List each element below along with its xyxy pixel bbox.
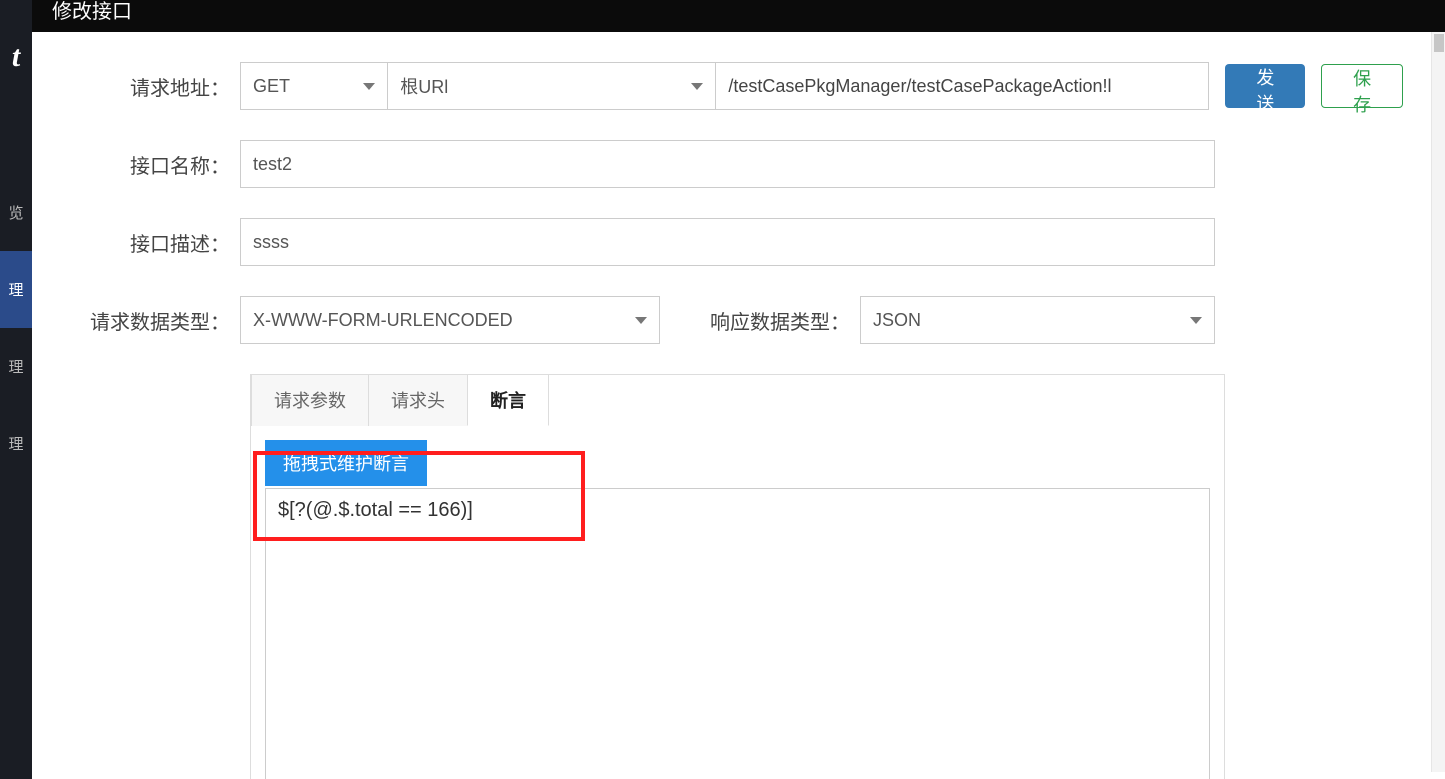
sidebar: t 览 理 理 理 <box>0 0 32 779</box>
sidebar-item-3[interactable]: 理 <box>0 405 32 482</box>
vertical-scrollbar[interactable] <box>1431 32 1445 772</box>
save-button[interactable]: 保存 <box>1321 64 1403 108</box>
label-request-data-type: 请求数据类型： <box>62 306 240 335</box>
app-logo: t <box>12 40 20 74</box>
tab-request-params[interactable]: 请求参数 <box>251 374 369 426</box>
modal-body: 请求地址： GET 根URl 发送 保存 接口名称： <box>32 32 1433 779</box>
scrollbar-thumb[interactable] <box>1434 34 1444 52</box>
modal-title: 修改接口 <box>52 0 132 24</box>
interface-desc-input[interactable] <box>240 218 1215 266</box>
drag-assertion-button[interactable]: 拖拽式维护断言 <box>265 440 427 486</box>
request-data-type-select[interactable]: X-WWW-FORM-URLENCODED <box>240 296 660 344</box>
tab-assertion[interactable]: 断言 <box>467 374 549 426</box>
label-response-data-type: 响应数据类型： <box>660 306 860 335</box>
chevron-down-icon <box>635 317 647 324</box>
interface-name-input[interactable] <box>240 140 1215 188</box>
sidebar-item-2[interactable]: 理 <box>0 328 32 405</box>
assertion-textarea[interactable] <box>265 488 1210 779</box>
response-data-type-value: JSON <box>873 310 921 331</box>
http-method-select[interactable]: GET <box>240 62 387 110</box>
root-uri-select[interactable]: 根URl <box>387 62 715 110</box>
response-data-type-select[interactable]: JSON <box>860 296 1215 344</box>
sidebar-item-1[interactable]: 理 <box>0 251 32 328</box>
modal-title-bar: 修改接口 <box>32 0 1445 32</box>
http-method-value: GET <box>253 76 290 97</box>
tabs-container: 请求参数 请求头 断言 拖拽式维护断言 <box>250 374 1225 779</box>
send-button[interactable]: 发送 <box>1225 64 1305 108</box>
tab-pane-assertion: 拖拽式维护断言 <box>251 426 1224 779</box>
tab-bar: 请求参数 请求头 断言 <box>251 374 1224 426</box>
label-interface-name: 接口名称： <box>62 150 240 179</box>
request-data-type-value: X-WWW-FORM-URLENCODED <box>253 310 513 331</box>
url-path-input[interactable] <box>715 62 1209 110</box>
main-area: 修改接口 请求地址： GET 根URl 发送 保存 <box>32 0 1445 779</box>
sidebar-item-0[interactable]: 览 <box>0 174 32 251</box>
chevron-down-icon <box>363 83 375 90</box>
chevron-down-icon <box>1190 317 1202 324</box>
chevron-down-icon <box>691 83 703 90</box>
label-request-url: 请求地址： <box>62 72 240 101</box>
label-interface-desc: 接口描述： <box>62 228 240 257</box>
root-uri-value: 根URl <box>400 73 448 99</box>
tab-request-headers[interactable]: 请求头 <box>368 374 468 426</box>
